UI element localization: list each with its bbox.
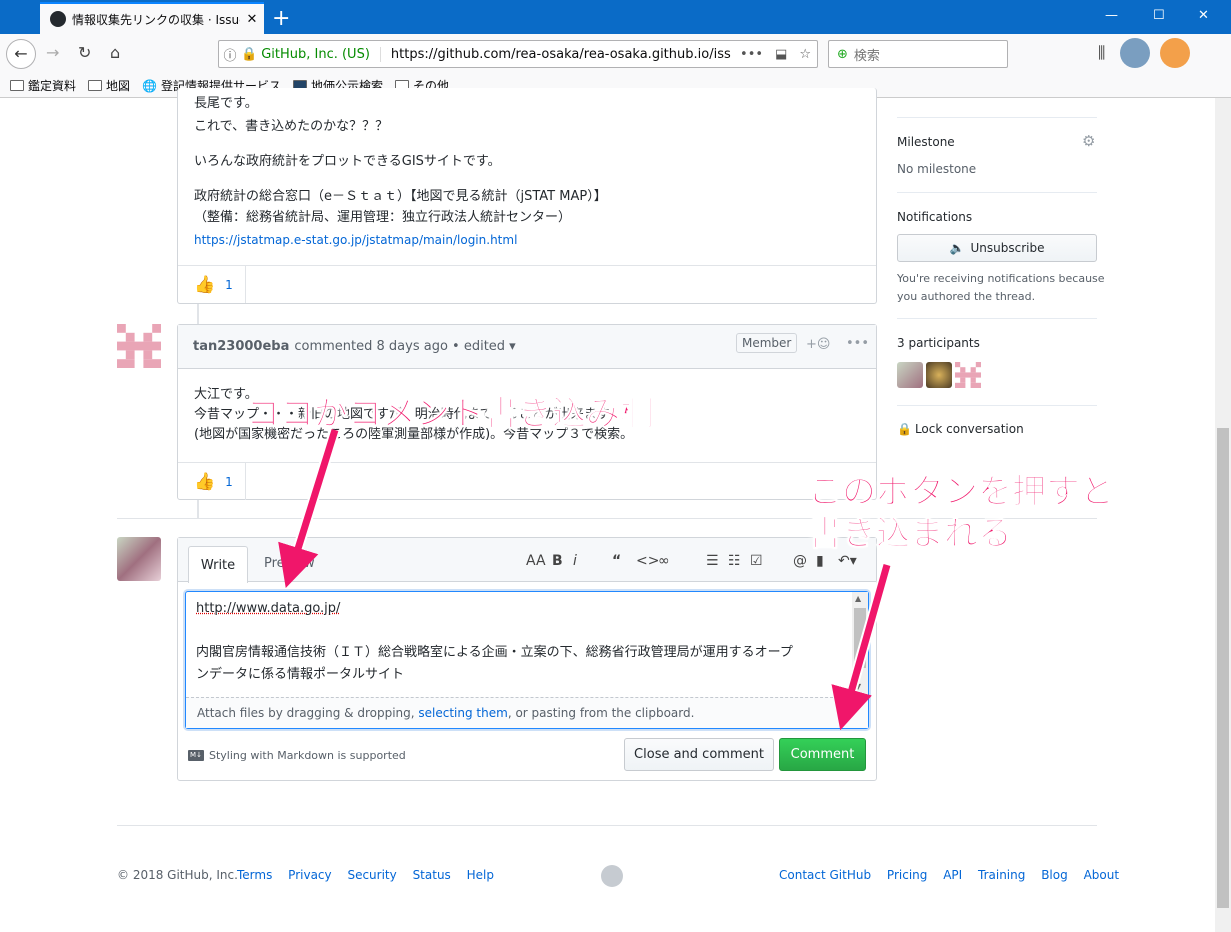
annotation-comment-area: ココがコメント書き込み欄 — [246, 394, 655, 435]
annotation-button-line2: 書き込まれる — [808, 514, 1013, 555]
